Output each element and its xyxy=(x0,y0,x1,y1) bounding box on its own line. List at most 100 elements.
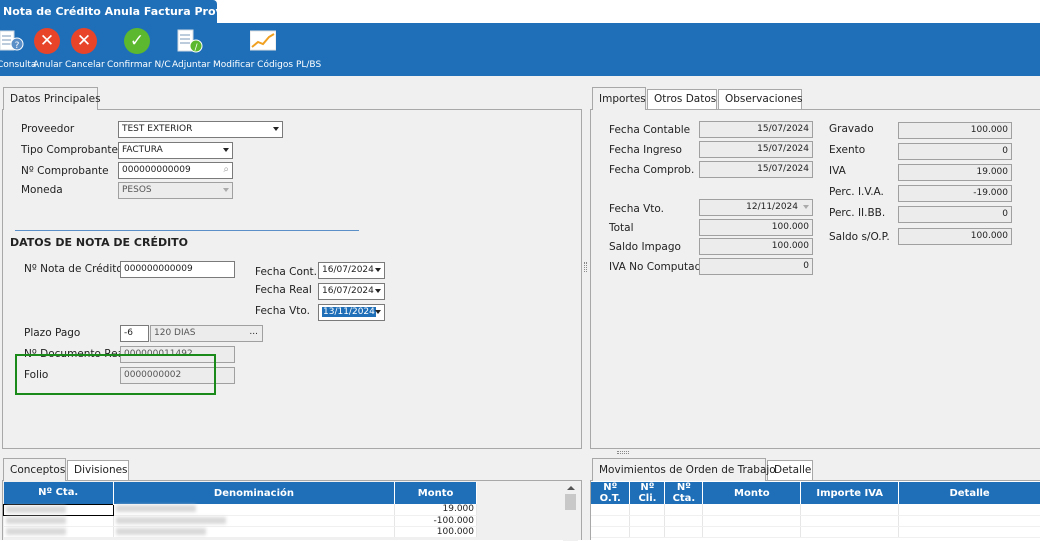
section-divider xyxy=(15,230,359,231)
moneda-select: PESOS xyxy=(118,182,233,199)
iva-field: 19.000 xyxy=(898,164,1012,181)
conceptos-panel: Nº Cta. Denominación Monto 19.000 -100.0… xyxy=(2,480,582,541)
confirmar-nc-button[interactable]: ✓ Confirmar N/C xyxy=(107,25,171,73)
iva-no-computado-label: IVA No Computado xyxy=(609,261,708,273)
col-nro-ot[interactable]: Nº O.T. xyxy=(591,482,631,504)
window-title: Nota de Crédito Anula Factura Proveedor xyxy=(0,0,258,23)
redacted-text xyxy=(5,527,66,535)
cancelar-button[interactable]: ✕ Cancelar xyxy=(65,25,105,73)
col-detalle[interactable]: Detalle xyxy=(898,482,1040,504)
fecha-ingreso-field: 15/07/2024 xyxy=(699,141,813,158)
chevron-down-icon xyxy=(375,289,381,293)
ellipsis-button[interactable]: ... xyxy=(249,327,258,337)
fecha-vto-r-field: 12/11/2024 xyxy=(699,199,813,216)
adjuntar-label: Adjuntar xyxy=(172,60,211,70)
tab-observaciones[interactable]: Observaciones xyxy=(718,89,803,109)
document-attach-icon: / xyxy=(177,29,203,53)
nro-comprobante-value: 000000000009 xyxy=(122,165,191,175)
chevron-down-icon xyxy=(375,268,381,272)
chevron-down-icon xyxy=(803,205,809,209)
gravado-label: Gravado xyxy=(829,123,874,135)
gravado-field: 100.000 xyxy=(898,122,1012,139)
movimientos-panel: Nº O.T. Nº Cli. Nº Cta. Monto Importe IV… xyxy=(590,480,1040,540)
fecha-real-value: 16/07/2024 xyxy=(322,286,374,296)
saldo-op-label: Saldo s/O.P. xyxy=(829,231,890,243)
tipo-comprobante-value: FACTURA xyxy=(122,145,163,155)
cell-denominacion xyxy=(113,515,396,527)
tab-importes[interactable]: Importes xyxy=(592,87,646,110)
fecha-contable-field: 15/07/2024 xyxy=(699,121,813,138)
chart-line-icon xyxy=(250,30,276,51)
cell-denominacion xyxy=(113,526,396,538)
consulta-button[interactable]: ? Consulta xyxy=(0,25,36,73)
col-nro-cta-r[interactable]: Nº Cta. xyxy=(664,482,704,504)
col-nro-cta[interactable]: Nº Cta. xyxy=(3,482,114,504)
plazo-pago-input[interactable]: -6 xyxy=(120,325,149,342)
plazo-pago-desc-value: 120 DIAS xyxy=(154,328,196,338)
fecha-contable-value: 15/07/2024 xyxy=(757,124,809,134)
table-row[interactable] xyxy=(591,504,1040,516)
chevron-down-icon xyxy=(375,310,381,314)
tab-conceptos[interactable]: Conceptos xyxy=(3,458,66,481)
horizontal-splitter[interactable] xyxy=(617,451,629,454)
perc-iibb-field: 0 xyxy=(898,206,1012,223)
fecha-comprob-label: Fecha Comprob. xyxy=(609,164,695,176)
scrollbar[interactable] xyxy=(563,482,578,541)
proveedor-value: TEST EXTERIOR xyxy=(122,124,193,134)
modificar-codigos-button[interactable]: Modificar Códigos PL/BS xyxy=(213,25,321,73)
moneda-label: Moneda xyxy=(21,184,63,196)
confirmar-label: Confirmar N/C xyxy=(107,60,171,70)
col-monto[interactable]: Monto xyxy=(394,482,477,504)
table-row[interactable]: 100.000 xyxy=(3,526,477,538)
highlight-box xyxy=(15,354,216,395)
chevron-down-icon xyxy=(223,188,229,192)
tab-datos-principales[interactable]: Datos Principales xyxy=(3,87,101,110)
plazo-pago-desc: 120 DIAS ... xyxy=(150,325,263,342)
col-denominacion[interactable]: Denominación xyxy=(113,482,396,504)
redacted-text xyxy=(6,505,66,513)
nro-comprobante-input[interactable]: 000000000009 ⌕ xyxy=(118,162,233,179)
exento-value: 0 xyxy=(1002,146,1008,156)
fecha-cont-input[interactable]: 16/07/2024 xyxy=(318,262,385,279)
gravado-value: 100.000 xyxy=(970,125,1008,135)
fecha-vto-input[interactable]: 13/11/2024 xyxy=(318,304,385,321)
adjuntar-button[interactable]: / Adjuntar xyxy=(172,25,211,73)
proveedor-select[interactable]: TEST EXTERIOR xyxy=(118,121,283,138)
tab-divisiones[interactable]: Divisiones xyxy=(67,460,129,480)
table-row[interactable] xyxy=(591,515,1040,527)
tab-movimientos[interactable]: Movimientos de Orden de Trabajo xyxy=(592,458,776,481)
col-nro-cli[interactable]: Nº Cli. xyxy=(629,482,666,504)
table-row[interactable]: -100.000 xyxy=(3,515,477,527)
fecha-vto-r-label: Fecha Vto. xyxy=(609,203,665,215)
document-search-icon: ? xyxy=(0,30,24,51)
plazo-pago-value: -6 xyxy=(124,328,133,338)
fecha-ingreso-label: Fecha Ingreso xyxy=(609,144,682,156)
tipo-comprobante-select[interactable]: FACTURA xyxy=(118,142,233,159)
anular-button[interactable]: ✕ Anular xyxy=(33,25,62,73)
saldo-impago-field: 100.000 xyxy=(699,238,813,255)
exento-label: Exento xyxy=(829,144,866,156)
fecha-cont-value: 16/07/2024 xyxy=(322,265,374,275)
redacted-text xyxy=(115,527,206,535)
scroll-thumb[interactable] xyxy=(565,494,576,510)
table-row[interactable]: 19.000 xyxy=(3,503,477,516)
cancel-red-icon: ✕ xyxy=(34,28,60,54)
cell-denominacion xyxy=(113,504,396,516)
fecha-real-input[interactable]: 16/07/2024 xyxy=(318,283,385,300)
col-monto-r[interactable]: Monto xyxy=(702,482,802,504)
scroll-up-icon[interactable] xyxy=(567,486,575,490)
tab-otros-datos[interactable]: Otros Datos xyxy=(647,89,717,109)
cell-monto: 100.000 xyxy=(394,526,477,538)
consulta-label: Consulta xyxy=(0,60,37,70)
toolbar: ? Consulta ✕ Anular ✕ Cancelar ✓ Confirm… xyxy=(0,23,1040,76)
nro-nota-input[interactable]: 000000000009 xyxy=(120,261,235,278)
table-row[interactable] xyxy=(591,526,1040,538)
perc-iva-field: -19.000 xyxy=(898,185,1012,202)
vertical-splitter[interactable] xyxy=(584,262,587,272)
conceptos-table: Nº Cta. Denominación Monto 19.000 -100.0… xyxy=(3,482,477,538)
cell-monto: 19.000 xyxy=(394,504,477,516)
perc-iibb-label: Perc. II.BB. xyxy=(829,207,886,219)
search-icon[interactable]: ⌕ xyxy=(223,164,229,175)
cell-nro-cta[interactable] xyxy=(3,503,114,516)
col-importe-iva[interactable]: Importe IVA xyxy=(800,482,900,504)
